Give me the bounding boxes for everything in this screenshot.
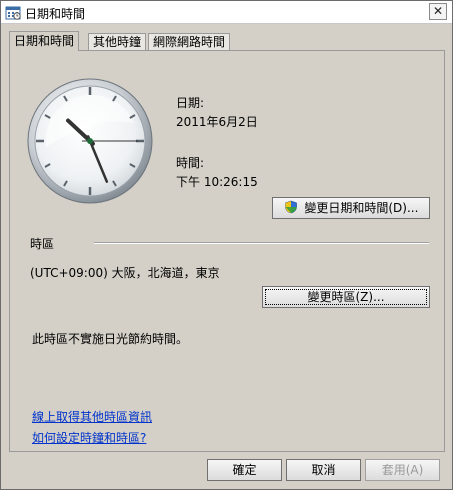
how-to-set-clock-link[interactable]: 如何設定時鐘和時區? bbox=[32, 429, 146, 446]
tab-label: 網際網路時間 bbox=[153, 35, 226, 49]
date-heading: 日期: bbox=[176, 96, 205, 110]
change-timezone-label: 變更時區(Z)... bbox=[307, 290, 385, 304]
shield-icon bbox=[284, 200, 297, 214]
analog-clock bbox=[27, 78, 153, 204]
timezone-divider bbox=[94, 242, 429, 244]
tab-label: 其他時鐘 bbox=[93, 35, 142, 49]
change-datetime-label: 變更日期和時間(D)... bbox=[304, 201, 419, 215]
apply-button[interactable]: 套用(A) bbox=[365, 459, 440, 481]
close-icon: ✕ bbox=[432, 4, 444, 18]
window-title: 日期和時間 bbox=[25, 7, 86, 21]
timezone-value: (UTC+09:00) 大阪，北海道，東京 bbox=[30, 266, 220, 280]
datetime-app-icon bbox=[5, 6, 21, 20]
time-value: 下午 10:26:15 bbox=[176, 175, 258, 189]
tab-internet-time[interactable]: 網際網路時間 bbox=[148, 33, 231, 50]
tab-label: 日期和時間 bbox=[14, 34, 75, 48]
cancel-label: 取消 bbox=[311, 463, 336, 477]
close-button[interactable]: ✕ bbox=[429, 3, 447, 20]
apply-label: 套用(A) bbox=[381, 463, 424, 477]
clock-center-pin bbox=[87, 138, 93, 144]
title-bar: 日期和時間 ✕ bbox=[1, 1, 452, 24]
timezone-heading: 時區 bbox=[30, 237, 55, 251]
ok-label: 確定 bbox=[232, 463, 257, 477]
datetime-dialog: 日期和時間 ✕ 日期和時間 其他時鐘 網際網路時間 日期: 2011年6月2日 … bbox=[0, 0, 453, 490]
change-datetime-button[interactable]: 變更日期和時間(D)... bbox=[272, 197, 430, 219]
tab-additional-clocks[interactable]: 其他時鐘 bbox=[88, 33, 147, 50]
time-heading: 時間: bbox=[176, 156, 205, 170]
date-value: 2011年6月2日 bbox=[176, 115, 258, 129]
tab-date-and-time[interactable]: 日期和時間 bbox=[9, 31, 80, 51]
tab-panel: 日期: 2011年6月2日 時間: 下午 10:26:15 變更日期和時間(D)… bbox=[9, 50, 445, 452]
dst-note: 此時區不實施日光節約時間。 bbox=[32, 332, 189, 346]
cancel-button[interactable]: 取消 bbox=[286, 459, 361, 481]
more-timezone-info-link[interactable]: 線上取得其他時區資訊 bbox=[32, 408, 152, 425]
change-timezone-button[interactable]: 變更時區(Z)... bbox=[262, 286, 430, 308]
ok-button[interactable]: 確定 bbox=[207, 459, 282, 481]
